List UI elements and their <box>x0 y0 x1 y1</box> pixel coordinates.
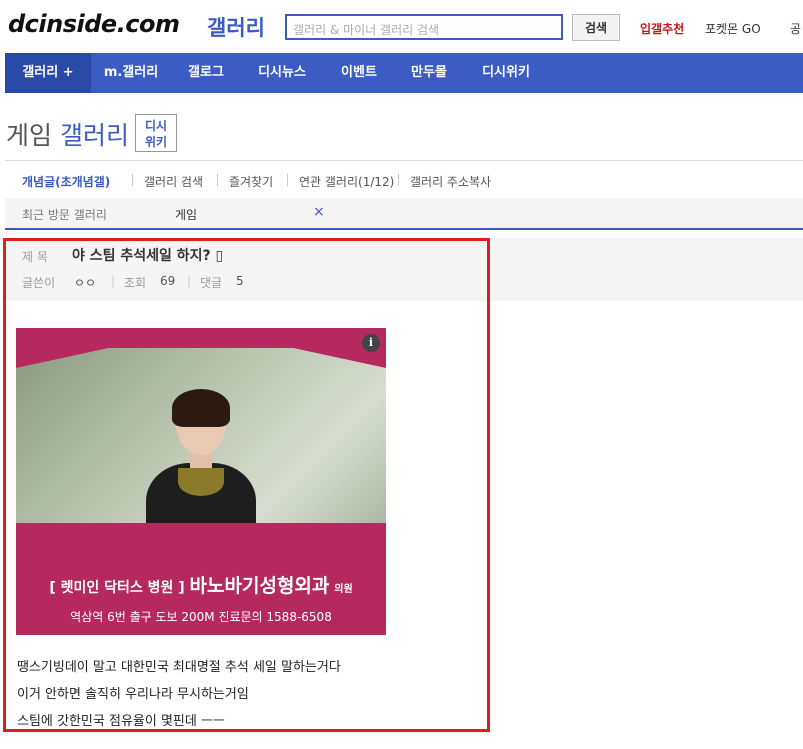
recent-visited-bar: 최근 방문 갤러리 게임 × <box>5 198 803 230</box>
gallery-logo[interactable]: 갤러리 <box>207 12 265 42</box>
search-input[interactable]: 갤러리 & 마이너 갤러리 검색 <box>285 14 563 40</box>
recent-gallery-link[interactable]: 게임 <box>175 206 197 223</box>
tab-divider <box>287 174 288 186</box>
dc-wiki-button[interactable]: 디시 위키 <box>135 114 177 152</box>
nav-gallog[interactable]: 갤로그 <box>177 53 235 93</box>
nav-dc-wiki[interactable]: 디시위키 <box>471 53 541 93</box>
tab-divider <box>398 174 399 186</box>
main-nav: 갤러리 + m.갤러리 갤로그 디시뉴스 이벤트 만두몰 디시위키 <box>5 53 803 93</box>
tab-gallery-search[interactable]: 갤러리 검색 <box>144 173 203 190</box>
tab-best-posts[interactable]: 개념글(초개념갤) <box>22 173 110 190</box>
highlight-box <box>3 238 490 732</box>
link-recommend[interactable]: 입갤추천 <box>640 20 684 37</box>
gallery-title-prefix: 게임 <box>6 121 53 150</box>
nav-mandu-mall[interactable]: 만두몰 <box>401 53 457 93</box>
link-more[interactable]: 공 <box>790 20 801 37</box>
tab-copy-address[interactable]: 갤러리 주소복사 <box>410 173 491 190</box>
tab-related-gallery[interactable]: 연관 갤러리(1/12) <box>299 173 394 190</box>
gallery-tabs: 개념글(초개념갤) 갤러리 검색 즐겨찾기 연관 갤러리(1/12) 갤러리 주… <box>5 160 803 199</box>
tab-divider <box>132 174 133 186</box>
nav-gallery[interactable]: 갤러리 + <box>5 53 91 93</box>
site-logo[interactable]: dcinside.com <box>8 10 180 38</box>
recent-label: 최근 방문 갤러리 <box>22 208 107 222</box>
wiki-line2: 위키 <box>144 135 168 149</box>
close-icon[interactable]: × <box>313 204 325 220</box>
tab-divider <box>217 174 218 186</box>
gallery-title[interactable]: 게임 갤러리 <box>6 116 129 152</box>
nav-dc-news[interactable]: 디시뉴스 <box>247 53 317 93</box>
search-button[interactable]: 검색 <box>572 14 620 41</box>
gallery-title-suffix: 갤러리 <box>59 121 129 150</box>
wiki-line1: 디시 <box>144 119 168 133</box>
nav-event[interactable]: 이벤트 <box>331 53 387 93</box>
nav-m-gallery[interactable]: m.갤러리 <box>95 53 167 93</box>
link-pokemon-go[interactable]: 포켓몬 GO <box>705 20 761 37</box>
top-header: dcinside.com 갤러리 갤러리 & 마이너 갤러리 검색 검색 입갤추… <box>0 0 803 52</box>
tab-favorites[interactable]: 즐겨찾기 <box>229 173 273 190</box>
